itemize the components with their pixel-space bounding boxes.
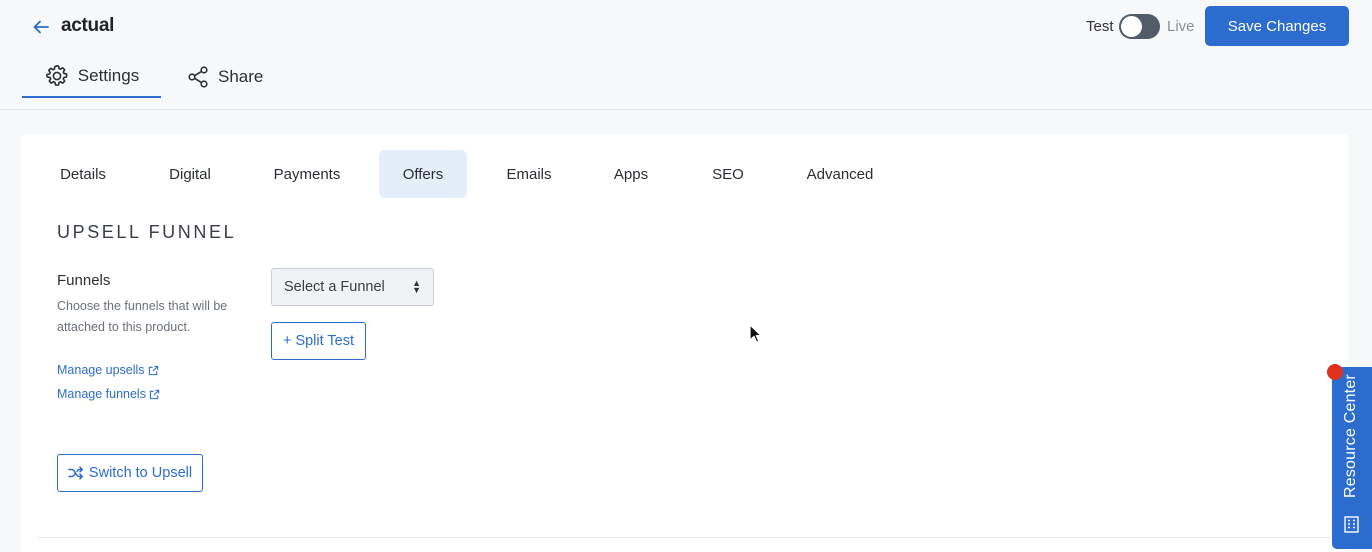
- funnels-label: Funnels: [57, 272, 111, 289]
- back-button[interactable]: [28, 14, 54, 40]
- arrow-left-icon: [33, 20, 49, 34]
- divider: [37, 537, 1333, 538]
- switch-to-upsell-button[interactable]: Switch to Upsell: [57, 454, 203, 492]
- manage-upsells-label: Manage upsells: [57, 363, 145, 377]
- test-live-toggle[interactable]: [1119, 14, 1160, 39]
- subtab-seo[interactable]: SEO: [691, 150, 765, 198]
- subtab-advanced[interactable]: Advanced: [789, 150, 891, 198]
- split-test-button[interactable]: + Split Test: [271, 322, 366, 360]
- share-icon: [188, 66, 208, 88]
- mouse-cursor-icon: [749, 324, 762, 343]
- manage-funnels-label: Manage funnels: [57, 387, 146, 401]
- save-changes-button[interactable]: Save Changes: [1205, 6, 1349, 46]
- subtab-apps[interactable]: Apps: [593, 150, 669, 198]
- page-title: actual: [61, 15, 115, 36]
- mode-live-label: Live: [1167, 18, 1195, 35]
- tab-settings[interactable]: Settings: [22, 56, 161, 98]
- subtab-payments[interactable]: Payments: [257, 150, 357, 198]
- mode-test-label: Test: [1086, 18, 1114, 35]
- resource-center-label: Resource Center: [1342, 374, 1359, 498]
- external-link-icon: [148, 365, 158, 375]
- switch-to-upsell-label: Switch to Upsell: [88, 465, 193, 481]
- subtab-offers[interactable]: Offers: [379, 150, 467, 198]
- tab-share[interactable]: Share: [186, 56, 263, 98]
- notification-dot: [1327, 364, 1343, 380]
- subtab-details[interactable]: Details: [39, 150, 127, 198]
- subtab-digital[interactable]: Digital: [147, 150, 233, 198]
- sort-caret-icon: ▲ ▼: [412, 278, 421, 295]
- toggle-knob: [1121, 16, 1142, 37]
- shuffle-icon: [68, 466, 83, 480]
- funnels-help-text: Choose the funnels that will be attached…: [57, 299, 228, 334]
- funnel-select-value: Select a Funnel: [284, 279, 385, 295]
- building-icon: [1344, 516, 1359, 533]
- manage-upsells-link[interactable]: Manage upsells: [57, 363, 159, 377]
- manage-funnels-link[interactable]: Manage funnels: [57, 387, 160, 401]
- tab-settings-label: Settings: [77, 66, 140, 85]
- sub-tabs: Details Digital Payments Offers Emails A…: [21, 150, 1349, 198]
- external-link-icon: [149, 389, 160, 399]
- funnel-select[interactable]: Select a Funnel ▲ ▼: [271, 268, 434, 306]
- top-bar: actual Test Live Save Changes Settings S…: [0, 0, 1372, 110]
- gear-icon: [45, 65, 68, 86]
- section-title: UPSELL FUNNEL: [57, 222, 237, 242]
- subtab-emails[interactable]: Emails: [487, 150, 571, 198]
- tab-share-label: Share: [218, 67, 264, 86]
- settings-card: Details Digital Payments Offers Emails A…: [21, 134, 1349, 552]
